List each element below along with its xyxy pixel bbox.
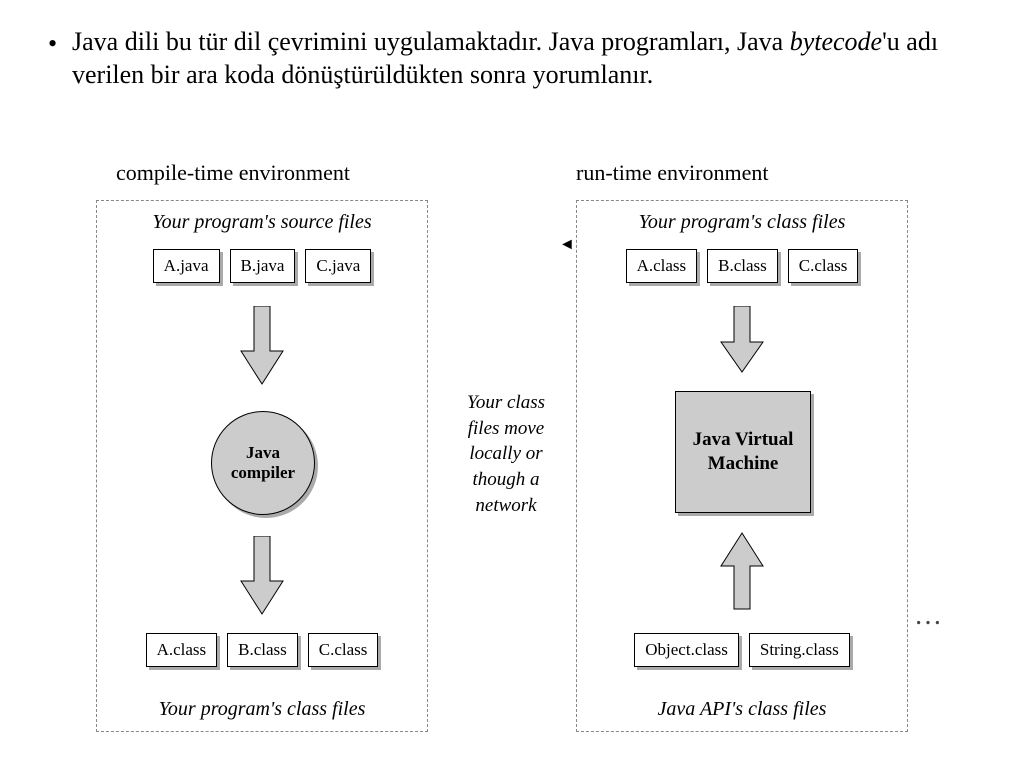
compile-env-title: compile-time environment [116,160,350,186]
file-a-class-r: A.class [626,249,698,283]
file-c-class: C.class [308,633,379,667]
jvm-node: Java Virtual Machine [675,391,811,513]
page: • Java dili bu tür dil çevrimini uygulam… [0,0,1024,768]
diagram: compile-time environment run-time enviro… [96,160,974,738]
file-string-class: String.class [749,633,850,667]
compile-source-row: A.java B.java C.java [97,249,427,283]
compile-top-caption: Your program's source files [97,211,427,234]
arrow-up-icon [717,531,767,611]
java-compiler-node: Java compiler [211,411,315,515]
arrow-down-icon [237,536,287,616]
bullet-dot-icon: • [48,28,57,61]
compile-panel: Your program's source files A.java B.jav… [96,200,428,732]
ellipsis-icon: … [914,600,942,632]
runtime-env-title: run-time environment [576,160,768,186]
file-a-java: A.java [153,249,220,283]
bullet-text: • Java dili bu tür dil çevrimini uygulam… [72,26,964,91]
compile-output-row: A.class B.class C.class [97,633,427,667]
small-arrow-icon: ◄ [559,236,575,254]
file-object-class: Object.class [634,633,739,667]
jvm-label: Java Virtual Machine [676,428,810,476]
bullet-pre: Java dili bu tür dil çevrimini uygulamak… [72,27,790,56]
file-b-java: B.java [230,249,296,283]
file-c-class-r: C.class [788,249,859,283]
file-b-class: B.class [227,633,298,667]
file-a-class: A.class [146,633,218,667]
runtime-api-row: Object.class String.class [577,633,907,667]
middle-transfer-text: Your class files move locally or though … [456,390,556,518]
file-b-class-r: B.class [707,249,778,283]
runtime-panel: Your program's class files A.class B.cla… [576,200,908,732]
runtime-bottom-caption: Java API's class files [577,698,907,721]
runtime-class-row: A.class B.class C.class [577,249,907,283]
java-compiler-label: Java compiler [212,443,314,482]
arrow-down-icon [717,306,767,374]
compile-bottom-caption: Your program's class files [97,698,427,721]
bullet-em: bytecode [790,27,882,56]
file-c-java: C.java [305,249,371,283]
runtime-top-caption: Your program's class files [577,211,907,234]
arrow-down-icon [237,306,287,386]
